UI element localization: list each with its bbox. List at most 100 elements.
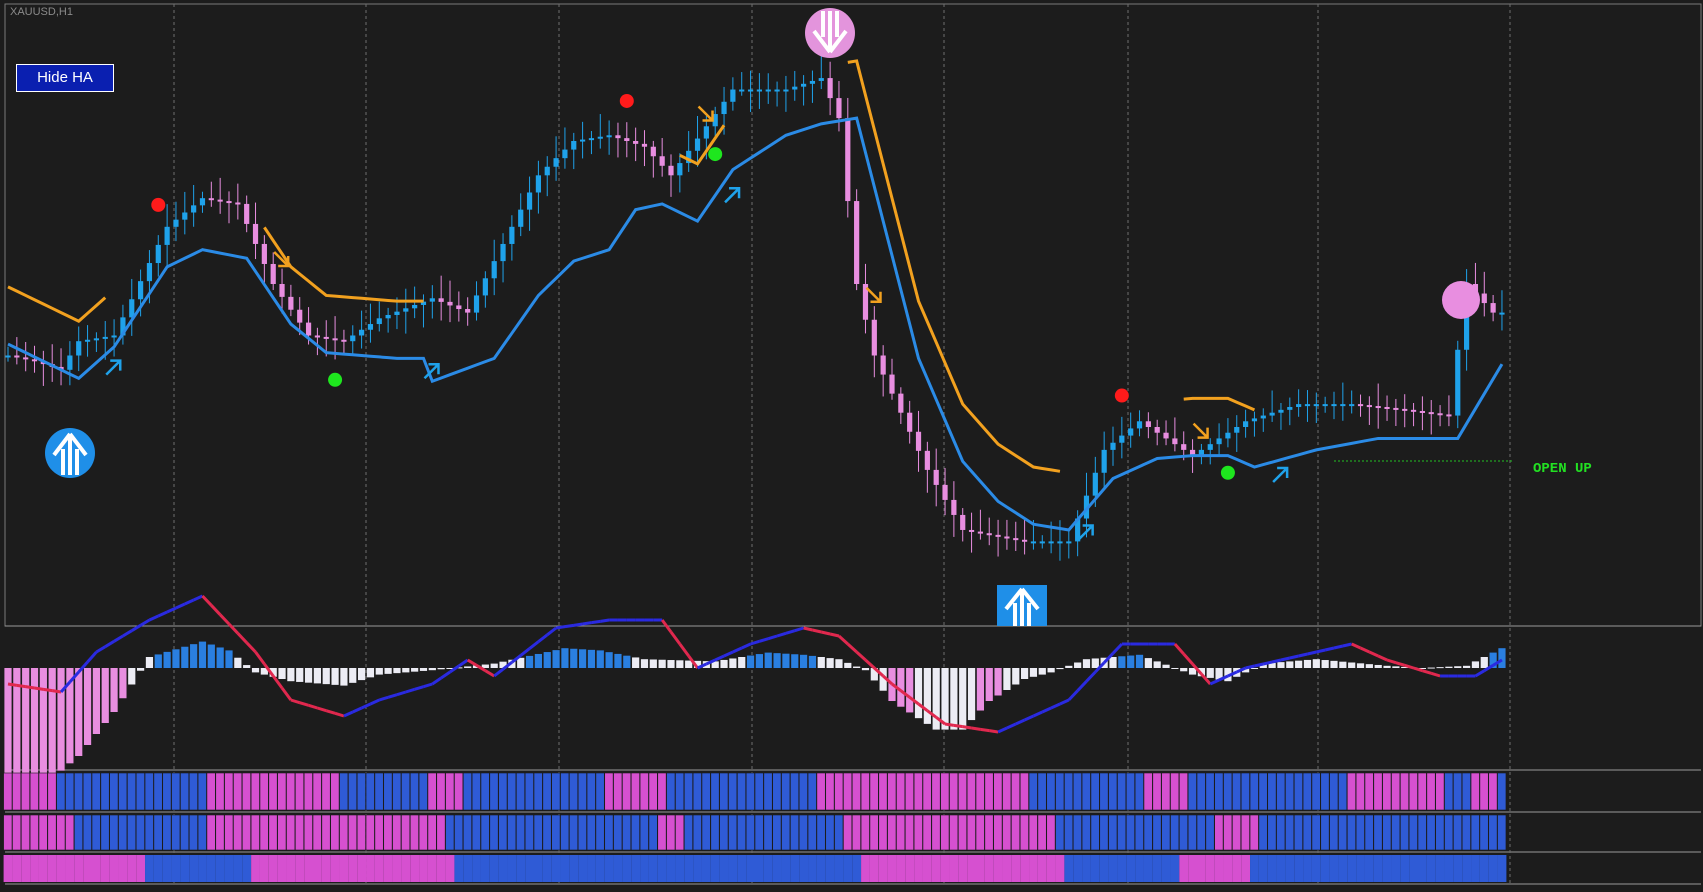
histogram-bar [322, 668, 330, 685]
strip-cell [534, 855, 543, 882]
candle-body [889, 374, 895, 394]
oscillator-line [360, 702, 372, 710]
oscillator-line [537, 633, 549, 643]
strip-cell [29, 772, 39, 811]
strip-cell [922, 814, 932, 851]
candle-body [1039, 541, 1045, 544]
candle-body [765, 89, 771, 92]
strip-cell [1125, 814, 1135, 851]
strip-cell [330, 855, 340, 882]
strip-cell [1444, 814, 1454, 851]
strip-cell [65, 772, 75, 811]
strip-cell [188, 772, 198, 811]
strip-cell [1099, 855, 1109, 882]
strip-cell [1046, 814, 1056, 851]
histogram-bar [720, 659, 728, 668]
strip-cell [100, 814, 110, 851]
strip-cell [1303, 855, 1312, 882]
strip-cell [1258, 855, 1268, 882]
strip-cell [1320, 855, 1330, 882]
histogram-bar [914, 668, 923, 719]
strip-cell [1152, 772, 1162, 811]
histogram-bar [1463, 665, 1471, 668]
oscillator-line [193, 594, 204, 602]
signal-pink-dot [1442, 281, 1480, 319]
candle-body [93, 338, 99, 341]
strip-cell [701, 855, 711, 882]
oscillator-line [34, 686, 44, 691]
strip-cell [189, 855, 199, 882]
strip-cell [1355, 814, 1365, 851]
candle-body [1349, 404, 1355, 407]
histogram-bar [738, 657, 746, 668]
strip-cell [1125, 772, 1135, 811]
candle-body [898, 393, 904, 413]
oscillator-line [352, 706, 363, 714]
strip-cell [215, 814, 225, 851]
strip-cell [65, 855, 75, 882]
strip-cell [489, 855, 499, 882]
strip-cell [887, 855, 897, 882]
histogram-bar [57, 668, 65, 771]
strip-cell [692, 772, 702, 811]
strip-cell [47, 814, 57, 851]
strip-cell [976, 855, 985, 882]
strip-cell [1161, 772, 1171, 811]
oscillator-line [944, 722, 955, 727]
strip-cell [1408, 772, 1418, 811]
candle-body [226, 201, 232, 204]
strip-cell [630, 814, 640, 851]
strip-cell [1232, 855, 1242, 882]
strip-cell [710, 814, 720, 851]
histogram-bar [1303, 659, 1312, 668]
histogram-bar [517, 657, 525, 668]
strip-cell [135, 772, 145, 811]
strip-cell [524, 772, 534, 811]
candle-body [1181, 444, 1187, 450]
histogram-bar [729, 658, 737, 668]
histogram-bar [313, 668, 321, 684]
strip-cell [657, 814, 667, 851]
histogram-bar [835, 659, 843, 668]
strip-cell [754, 772, 764, 811]
strip-cell [383, 772, 393, 811]
candle-body [1287, 406, 1293, 410]
strip-cell [781, 855, 791, 882]
strip-cell [1232, 814, 1242, 851]
strip-cell [83, 855, 92, 882]
oscillator-line [113, 634, 124, 643]
candle-body [615, 135, 621, 139]
strip-cell [1267, 772, 1277, 811]
strip-cell [471, 772, 481, 811]
strip-cell [1356, 855, 1365, 882]
strip-cell [1046, 855, 1056, 882]
hide-ha-button[interactable]: Hide HA [16, 64, 114, 92]
candle-body [1216, 438, 1222, 445]
strip-cell [1002, 772, 1012, 811]
oscillator-line [1315, 648, 1326, 654]
candle-body [199, 198, 206, 206]
oscillator-line [378, 695, 389, 702]
strip-cell [851, 772, 861, 811]
strip-cell [92, 855, 101, 882]
candle-body [951, 499, 957, 515]
strip-cell [816, 772, 826, 811]
strip-cell [1435, 772, 1445, 811]
oscillator-line [1351, 642, 1362, 650]
strip-cell [1055, 814, 1065, 851]
histogram-bar [75, 668, 83, 756]
candle-body [924, 450, 930, 470]
candle-body [942, 484, 948, 500]
strip-cell [445, 772, 455, 811]
strip-cell [595, 855, 605, 882]
strip-cell [560, 772, 570, 811]
strip-cell [745, 772, 755, 811]
strip-cell [1276, 814, 1286, 851]
strip-cell [162, 772, 172, 811]
oscillator-line [971, 726, 981, 731]
strip-cell [127, 855, 137, 882]
strip-cell [542, 772, 552, 811]
strip-cell [1108, 855, 1118, 882]
histogram-bar [534, 653, 542, 668]
histogram-bar [826, 658, 834, 668]
